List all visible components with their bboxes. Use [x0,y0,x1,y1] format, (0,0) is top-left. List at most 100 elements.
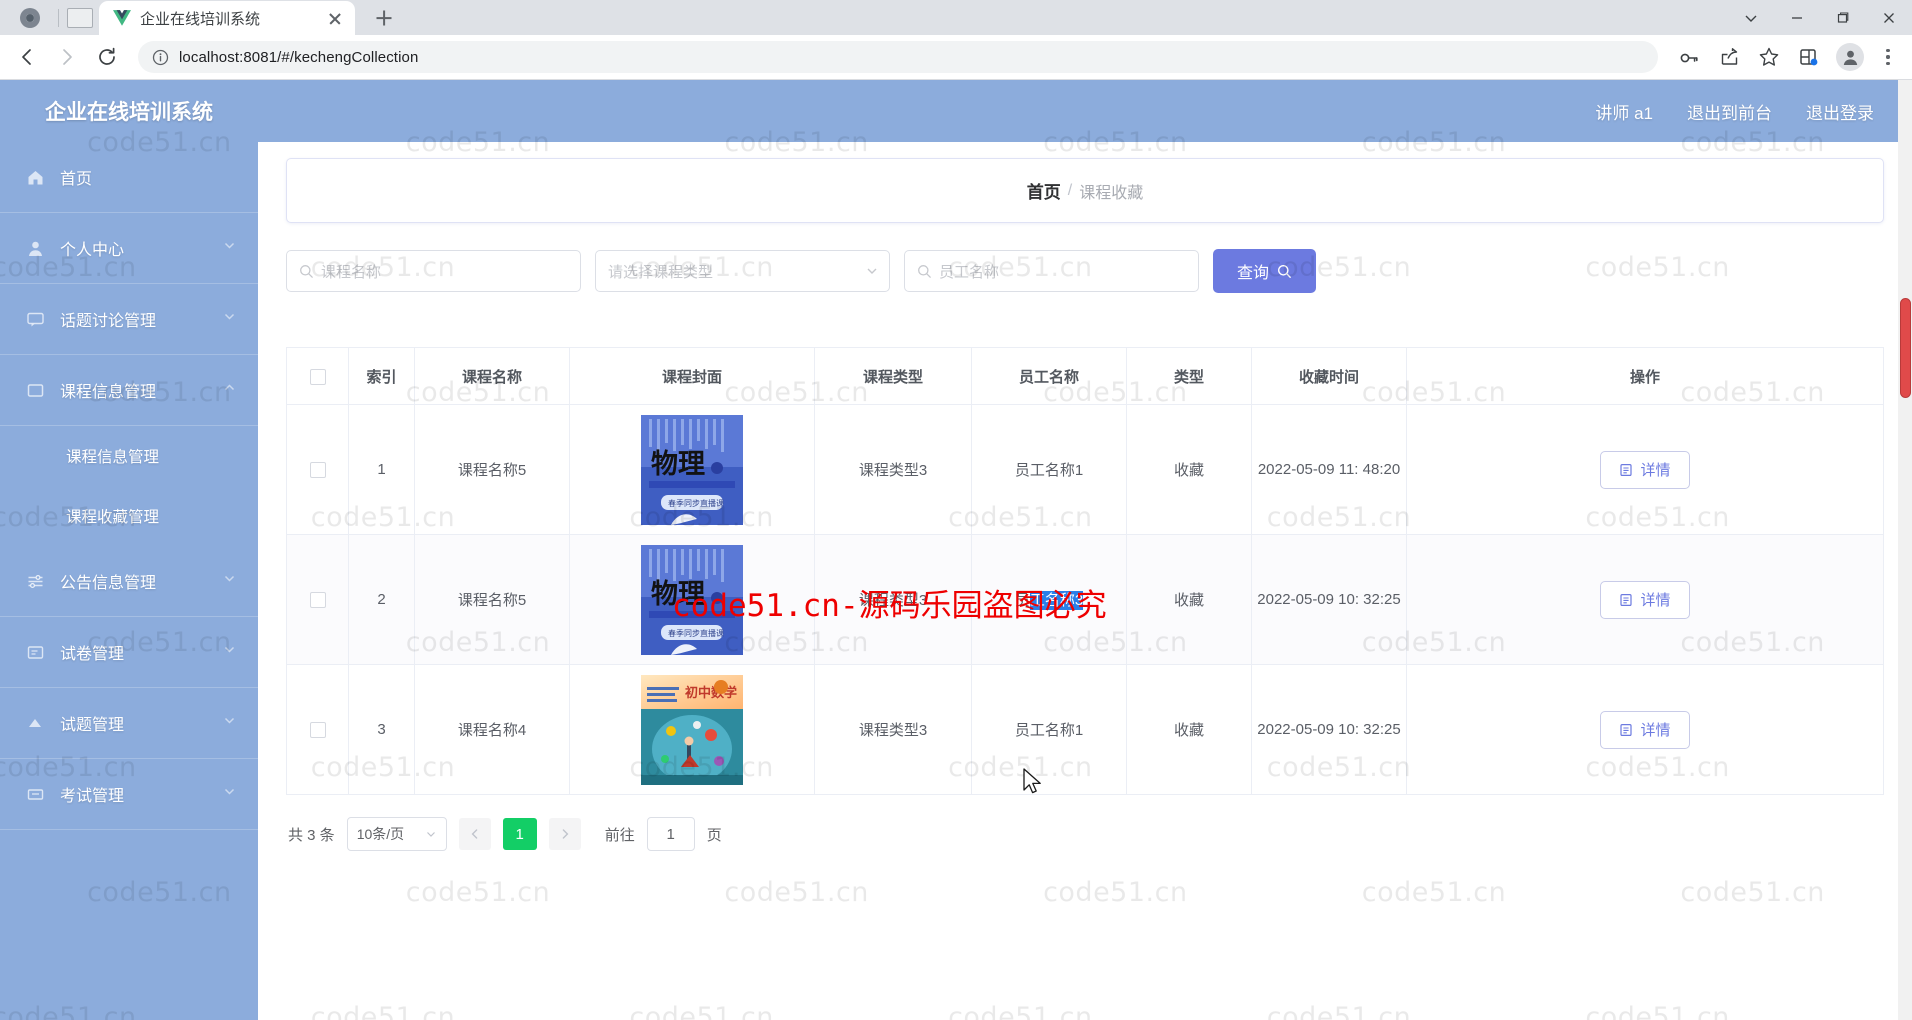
browser-tab-title: 企业在线培训系统 [140,10,261,28]
browser-toolbar: localhost:8081/#/kechengCollection [0,35,1912,80]
key-icon[interactable] [1672,40,1706,74]
extensions-icon[interactable] [1792,40,1826,74]
sidebar-item-announcement[interactable]: 公告信息管理 [0,546,258,617]
physics-textbook-cover-image[interactable]: 物理 春季同步直播课 [641,414,743,525]
sidebar-item-label: 首页 [60,171,93,188]
col-course-type: 课程类型 [814,347,972,405]
page-number-1[interactable]: 1 [502,818,537,850]
row-select-cell [286,404,349,535]
cell-actions: 详情 [1406,404,1884,535]
row-checkbox[interactable] [309,722,326,739]
detail-button[interactable]: 详情 [1600,450,1690,489]
app-body: 首页 个人中心 话题讨论管理 课程信息管理 课程信息管理 课程收藏管理 公告信息… [0,142,1912,1020]
back-arrow-icon[interactable] [10,40,44,74]
browser-window: 企业在线培训系统 localhost:8081/#/kechengCollect… [0,0,1912,1020]
pagination: 共 3 条 10条/页 1 前往 1 页 [258,795,1912,851]
breadcrumb: 首页 / 课程收藏 [286,158,1884,223]
folder-icon [24,381,46,400]
document-icon [1620,593,1633,606]
table-row: 3 课程名称4 初中数学 课程类型3 员工名称1 收藏 2022-05-09 1… [286,664,1884,795]
physics-textbook-cover-image[interactable]: 物理 春季同步直播课 [641,544,743,655]
sidebar-item-exam-paper[interactable]: 试卷管理 [0,617,258,688]
table-header: 索引 课程名称 课程封面 课程类型 员工名称 类型 收藏时间 操作 [286,347,1884,405]
tabstrip-leading-controls [0,0,99,35]
tab-list-icon[interactable] [67,7,93,28]
app-brand-title: 企业在线培训系统 [45,101,213,124]
profile-avatar-icon[interactable] [1836,43,1864,71]
sidebar-item-label: 试卷管理 [60,646,125,663]
goto-page-input[interactable]: 1 [646,817,695,851]
share-icon[interactable] [1712,40,1746,74]
prev-page-button[interactable] [458,818,491,850]
paper-icon [24,643,46,662]
search-icon [300,264,313,278]
chevron-down-icon[interactable] [1728,0,1774,35]
header-user-name[interactable]: 讲师 a1 [1595,99,1653,124]
course-name-input[interactable]: 课程名称 [286,250,581,292]
new-tab-button[interactable] [369,3,399,33]
select-all-checkbox[interactable] [309,368,326,385]
row-checkbox[interactable] [309,592,326,609]
user-icon [24,239,46,258]
star-icon[interactable] [1752,40,1786,74]
cell-employee-name: 员工名称1 [971,404,1127,535]
maximize-icon[interactable] [1820,0,1866,35]
sidebar-item-personal-center[interactable]: 个人中心 [0,213,258,284]
page-size-select[interactable]: 10条/页 [346,817,447,851]
col-collect-time: 收藏时间 [1251,347,1407,405]
close-icon[interactable] [325,8,345,28]
sidebar-item-home[interactable]: 首页 [0,142,258,213]
browser-tab[interactable]: 企业在线培训系统 [99,1,355,35]
sidebar-item-question-bank[interactable]: 试题管理 [0,688,258,759]
sidebar-item-label: 课程信息管理 [60,384,157,401]
header-exit-to-frontend[interactable]: 退出到前台 [1687,99,1772,124]
employee-name-input[interactable]: 员工名称 [904,250,1199,292]
cell-collect-time: 2022-05-09 11: 48:20 [1251,404,1407,535]
detail-button-label: 详情 [1640,722,1671,739]
reload-icon[interactable] [90,40,124,74]
page-scrollbar-thumb[interactable] [1900,298,1911,398]
chevron-down-icon [223,714,236,732]
table-row: 1 课程名称5 物理 春季同步直播课 课程类型3 员工名称1 收藏 2022-0… [286,404,1884,535]
header-logout[interactable]: 退出登录 [1806,99,1874,124]
site-info-icon[interactable] [152,49,169,66]
goto-label: 前往 [604,826,635,844]
page-scrollbar-track[interactable] [1898,80,1912,1020]
cell-course-type: 课程类型3 [814,404,972,535]
detail-button[interactable]: 详情 [1600,580,1690,619]
sidebar-item-course-info-group[interactable]: 课程信息管理 [0,355,258,426]
forward-arrow-icon [50,40,84,74]
course-name-placeholder: 课程名称 [321,263,382,281]
filter-icon [24,572,46,591]
browser-tabstrip: 企业在线培训系统 [0,0,1912,35]
sidebar-subitem-course-collection[interactable]: 课程收藏管理 [0,486,258,546]
row-checkbox[interactable] [309,462,326,479]
cell-course-name: 课程名称5 [414,534,570,665]
cell-type: 收藏 [1126,534,1252,665]
page-viewport: code51.cn code51.cn code51.cn code51.cn … [0,80,1912,1020]
cell-actions: 详情 [1406,664,1884,795]
math-textbook-cover-image[interactable]: 初中数学 [641,674,743,785]
app-header: 企业在线培训系统 讲师 a1 退出到前台 退出登录 [0,80,1912,142]
detail-button[interactable]: 详情 [1600,710,1690,749]
close-window-icon[interactable] [1866,0,1912,35]
next-page-button[interactable] [548,818,581,850]
col-type: 类型 [1126,347,1252,405]
course-type-select[interactable]: 请选择课程类型 [595,250,890,292]
minimize-icon[interactable] [1774,0,1820,35]
sidebar-item-exam-management[interactable]: 考试管理 [0,759,258,830]
address-bar[interactable]: localhost:8081/#/kechengCollection [138,41,1658,73]
search-button[interactable]: 查询 [1213,249,1317,293]
svg-text:物理: 物理 [651,579,705,610]
chevron-down-icon [223,572,236,590]
cell-course-name: 课程名称5 [414,404,570,535]
sidebar-item-topic-discussion[interactable]: 话题讨论管理 [0,284,258,355]
sidebar-item-label: 考试管理 [60,788,125,805]
kebab-menu-icon[interactable] [1874,42,1902,72]
chevron-down-icon [223,310,236,328]
chevron-down-icon [223,239,236,257]
sidebar-item-label: 试题管理 [60,717,125,734]
breadcrumb-home[interactable]: 首页 [1027,178,1061,203]
row-select-cell [286,534,349,665]
sidebar-subitem-course-info[interactable]: 课程信息管理 [0,426,258,486]
